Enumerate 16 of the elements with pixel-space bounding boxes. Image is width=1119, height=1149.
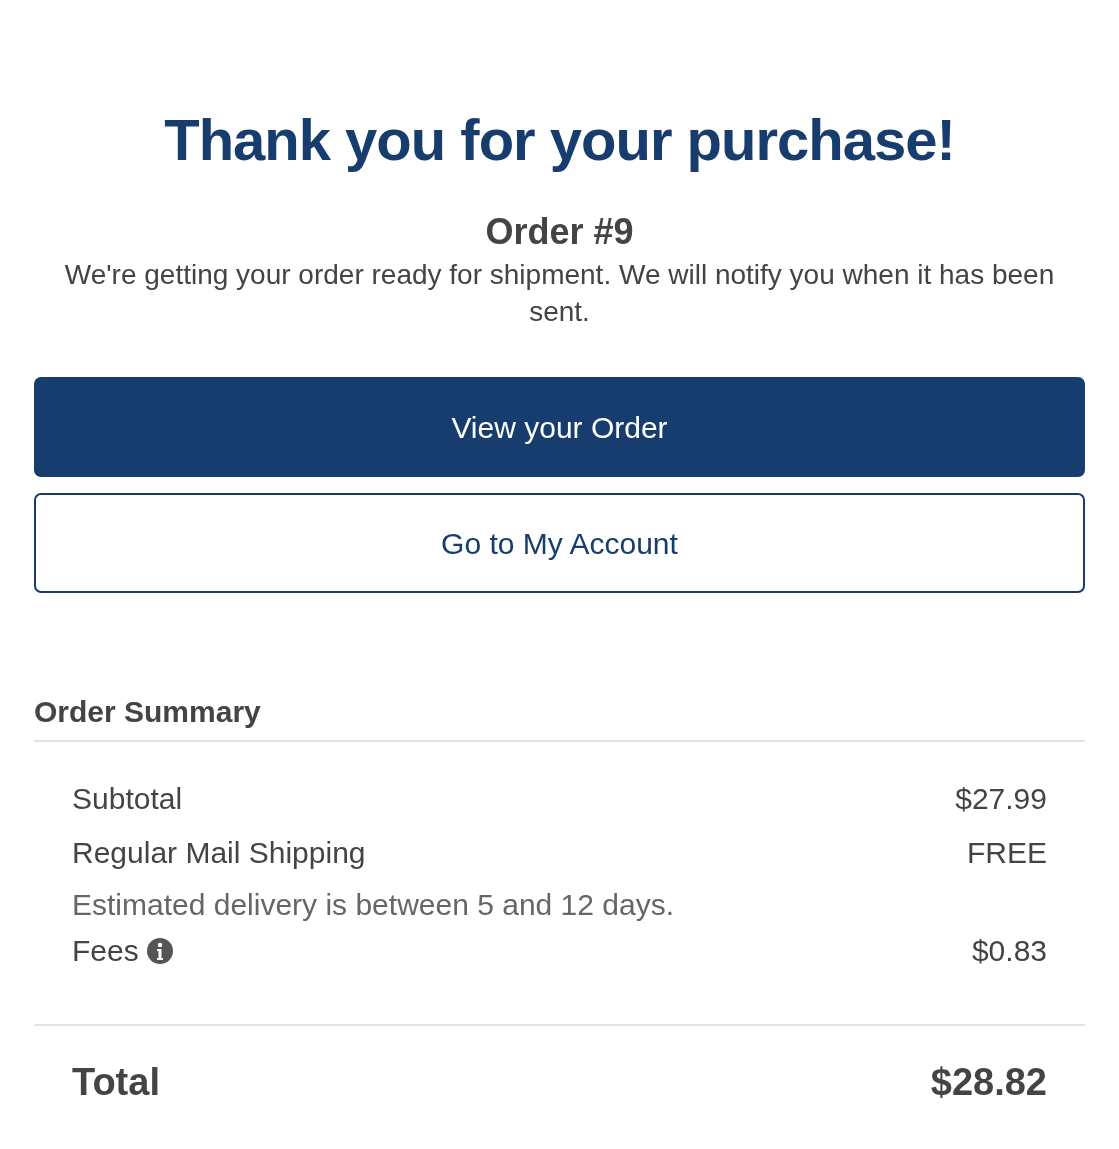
line-value: $27.99 — [955, 781, 1047, 818]
summary-title: Order Summary — [34, 689, 1085, 743]
confirmation-message: We're getting your order ready for shipment. We will notify you when it has been sent. — [63, 258, 1056, 330]
total-label: Total — [72, 1059, 160, 1105]
order-number: Order #9 — [484, 211, 635, 252]
line-label: Regular Mail Shipping — [72, 835, 366, 872]
line-value: $0.83 — [971, 932, 1047, 969]
info-icon[interactable] — [146, 937, 173, 964]
line-label: Fees — [72, 932, 139, 969]
view-order-button[interactable]: View your Order — [34, 377, 1085, 478]
delivery-note: Estimated delivery is between 5 and 12 days. — [72, 887, 675, 924]
line-label: Subtotal — [72, 781, 183, 818]
page-heading: Thank you for your purchase! — [163, 108, 956, 172]
line-value: FREE — [967, 835, 1047, 872]
account-button[interactable]: Go to My Account — [34, 493, 1085, 594]
total-value: $28.82 — [930, 1059, 1047, 1105]
